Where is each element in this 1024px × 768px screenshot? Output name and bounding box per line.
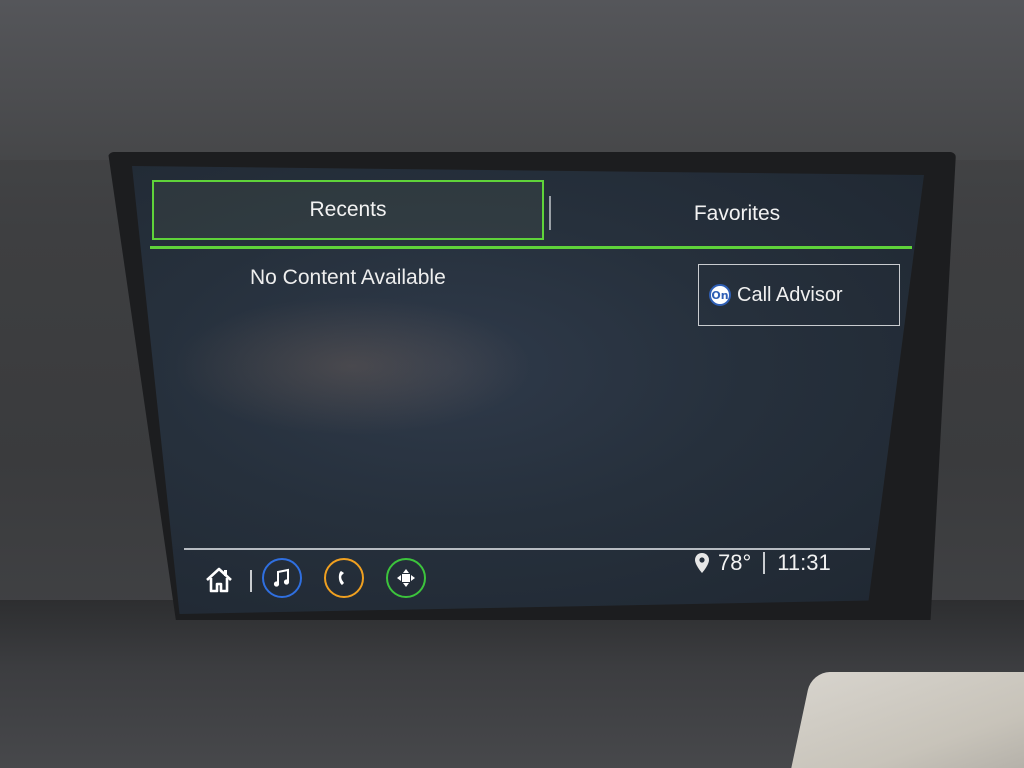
status-area: 78° 11:31 <box>694 550 831 576</box>
apps-icon <box>386 558 426 598</box>
infotainment-screen: Recents Favorites No Content Available O… <box>132 166 924 614</box>
tab-favorites[interactable]: Favorites <box>552 180 922 248</box>
bar-separator <box>250 570 252 592</box>
music-note-icon <box>262 558 302 598</box>
call-advisor-button[interactable]: On Call Advisor <box>698 264 900 326</box>
empty-message: No Content Available <box>250 266 446 289</box>
phone-button[interactable] <box>324 558 364 598</box>
screen-reflection <box>172 296 532 436</box>
temperature-readout: 78° <box>718 550 752 575</box>
tab-favorites-label: Favorites <box>693 202 781 225</box>
tab-recents[interactable]: Recents <box>152 180 544 240</box>
tab-separator <box>549 196 551 230</box>
tab-underline <box>150 246 912 249</box>
photo-scene: Recents Favorites No Content Available O… <box>0 0 1024 768</box>
sunlight-glare <box>788 672 1024 768</box>
phone-icon <box>324 558 364 598</box>
dashboard-upper <box>0 0 1024 160</box>
call-advisor-label: Call Advisor <box>737 283 843 306</box>
apps-button[interactable] <box>386 558 426 598</box>
status-separator <box>763 552 766 574</box>
tab-recents-label: Recents <box>309 198 387 221</box>
onstar-icon: On <box>709 284 731 306</box>
location-pin-icon <box>694 552 710 574</box>
home-icon[interactable] <box>202 564 236 596</box>
clock-readout: 11:31 <box>777 550 831 575</box>
audio-button[interactable] <box>262 558 302 598</box>
